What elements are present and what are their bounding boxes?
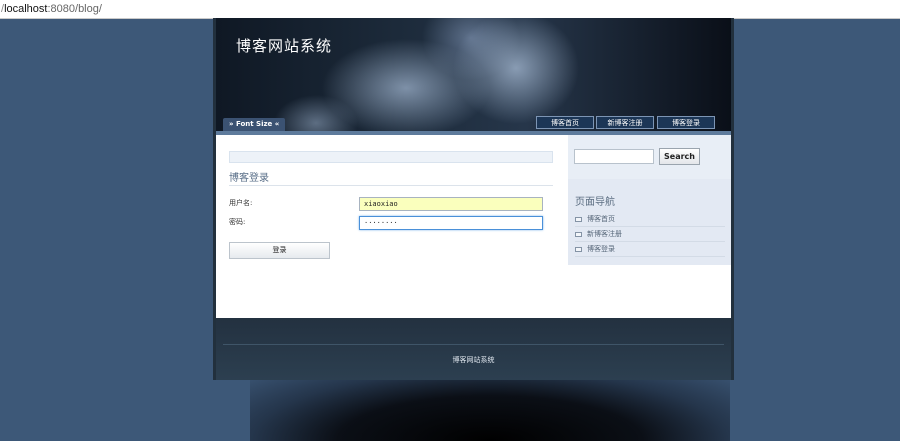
font-size-toggle[interactable]: » Font Size « [223, 118, 286, 131]
page-nav-item-label: 博客登录 [587, 245, 615, 253]
page-nav-item-login[interactable]: 博客登录 [575, 242, 725, 257]
page-nav-title: 页面导航 [575, 197, 615, 208]
content-top-bar [229, 151, 553, 163]
username-input[interactable] [359, 197, 543, 211]
mail-icon [575, 231, 582, 237]
login-button[interactable]: 登录 [229, 242, 330, 259]
page-nav-item-label: 新博客注册 [587, 230, 622, 238]
header-banner: 博客网站系统 » Font Size « 博客首页 新博客注册 博客登录 [216, 18, 731, 131]
nav-home-button[interactable]: 博客首页 [536, 116, 594, 129]
page-nav-item-register[interactable]: 新博客注册 [575, 227, 725, 242]
page-nav-list: 博客首页 新博客注册 博客登录 [575, 212, 725, 257]
search-area: Search [568, 135, 731, 179]
password-input[interactable] [359, 216, 543, 230]
page-container: 博客网站系统 » Font Size « 博客首页 新博客注册 博客登录 博客登… [213, 18, 734, 380]
main-content: 博客登录 用户名: 密码: 登录 Search 页面导航 博客首页 [216, 135, 731, 318]
footer: 博客网站系统 [216, 318, 731, 380]
mail-icon [575, 216, 582, 222]
page-nav-panel: 页面导航 博客首页 新博客注册 博客登录 [568, 179, 731, 265]
url-path: :8080/blog/ [47, 3, 102, 15]
sidebar: Search 页面导航 博客首页 新博客注册 博客登录 [568, 135, 731, 318]
title-divider [229, 185, 553, 186]
footer-divider [223, 344, 724, 345]
mail-icon [575, 246, 582, 252]
password-label: 密码: [229, 218, 246, 226]
search-button[interactable]: Search [659, 148, 700, 165]
username-label: 用户名: [229, 199, 253, 207]
footer-text: 博客网站系统 [452, 356, 495, 364]
background-glow [250, 370, 730, 441]
search-input[interactable] [574, 149, 654, 164]
nav-register-button[interactable]: 新博客注册 [596, 116, 654, 129]
login-title: 博客登录 [229, 173, 269, 184]
site-title: 博客网站系统 [236, 37, 333, 55]
url-host: localhost [4, 3, 48, 15]
page-nav-item-label: 博客首页 [587, 215, 615, 223]
browser-url-bar[interactable]: /localhost:8080/blog/ [0, 0, 900, 19]
page-nav-item-home[interactable]: 博客首页 [575, 212, 725, 227]
nav-login-button[interactable]: 博客登录 [657, 116, 715, 129]
top-nav: 博客首页 新博客注册 博客登录 [536, 116, 715, 129]
